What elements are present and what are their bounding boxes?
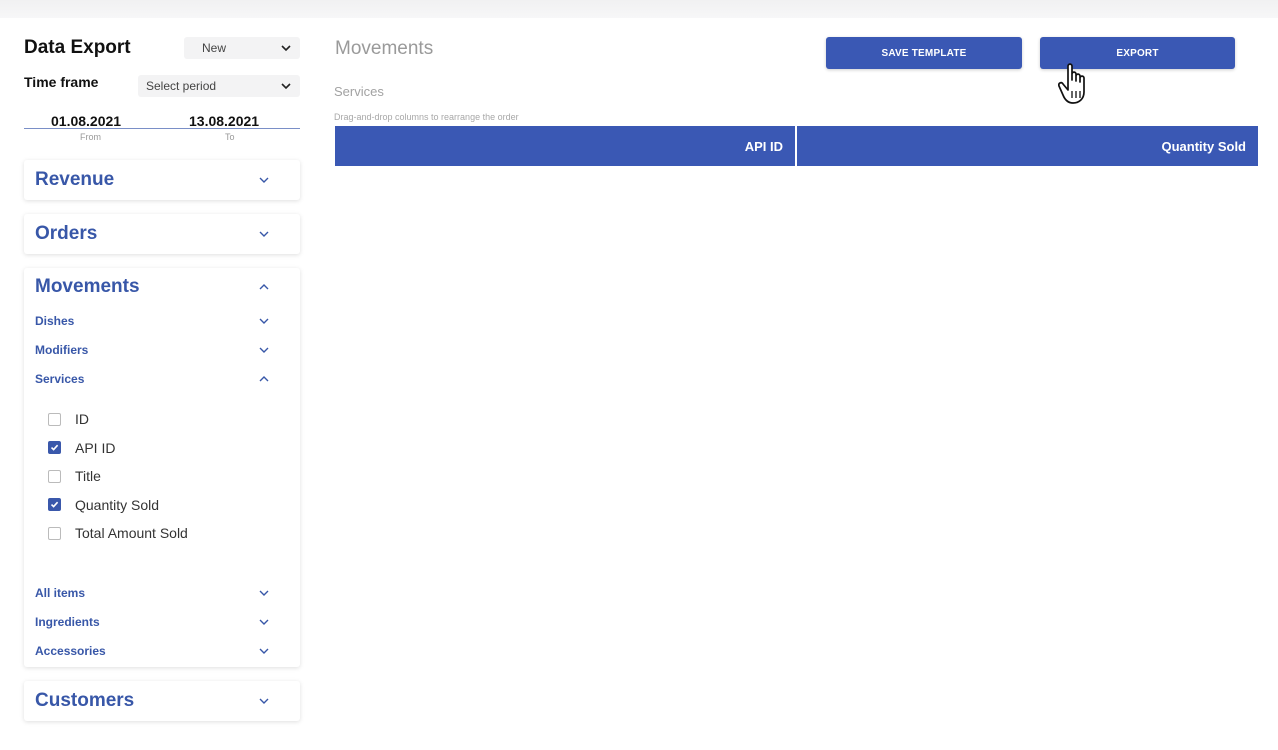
- movements-header[interactable]: Movements: [24, 268, 300, 306]
- checkmark-icon: [50, 501, 59, 508]
- column-header-api-id[interactable]: API ID: [335, 126, 795, 166]
- period-select-value: Select period: [146, 79, 217, 93]
- chevron-down-icon: [259, 590, 269, 596]
- chevron-down-icon: [281, 83, 291, 90]
- checkbox-icon[interactable]: [48, 526, 61, 540]
- orders-header[interactable]: Orders: [24, 214, 300, 254]
- ingredients-label: Ingredients: [35, 614, 100, 629]
- checkbox-icon[interactable]: [48, 469, 61, 483]
- services-label: Services: [35, 371, 85, 386]
- accessories-label: Accessories: [35, 643, 106, 658]
- field-label: Total Amount Sold: [75, 525, 188, 542]
- chevron-down-icon: [259, 347, 269, 353]
- chevron-down-icon: [259, 698, 269, 704]
- customers-title: Customers: [35, 690, 135, 711]
- save-template-button[interactable]: SAVE TEMPLATE: [826, 37, 1022, 69]
- date-to-label: To: [225, 132, 235, 142]
- movements-section: Movements Dishes Modifiers Services ID A…: [24, 268, 300, 667]
- chevron-down-icon: [259, 318, 269, 324]
- all-items-row[interactable]: All items: [24, 578, 300, 607]
- chevron-up-icon: [259, 284, 269, 290]
- chevron-down-icon: [259, 648, 269, 654]
- chevron-down-icon: [259, 231, 269, 237]
- services-row[interactable]: Services: [24, 364, 300, 393]
- modifiers-row[interactable]: Modifiers: [24, 335, 300, 364]
- field-total-amount-sold[interactable]: Total Amount Sold: [24, 519, 300, 548]
- date-to-value[interactable]: 13.08.2021: [189, 113, 259, 129]
- field-id[interactable]: ID: [24, 405, 300, 434]
- revenue-header[interactable]: Revenue: [24, 160, 300, 200]
- revenue-title: Revenue: [35, 169, 115, 190]
- field-label: ID: [75, 411, 89, 428]
- checkmark-icon: [50, 444, 59, 451]
- data-export-title: Data Export: [24, 37, 131, 58]
- checkbox-icon[interactable]: [48, 441, 61, 455]
- ingredients-row[interactable]: Ingredients: [24, 607, 300, 636]
- field-label: Title: [75, 468, 101, 485]
- customers-header[interactable]: Customers: [24, 681, 300, 721]
- chevron-down-icon: [281, 45, 291, 52]
- template-select-value: New: [202, 41, 227, 55]
- field-quantity-sold[interactable]: Quantity Sold: [24, 491, 300, 520]
- orders-title: Orders: [35, 223, 98, 244]
- customers-section: Customers: [24, 681, 300, 721]
- column-header-quantity-sold[interactable]: Quantity Sold: [797, 126, 1258, 166]
- date-divider: [24, 128, 300, 129]
- field-label: Quantity Sold: [75, 496, 160, 513]
- date-from-label: From: [80, 132, 101, 142]
- movements-title: Movements: [35, 276, 140, 297]
- movements-more-items: All items Ingredients Accessories: [24, 578, 300, 665]
- date-from-value[interactable]: 01.08.2021: [51, 113, 121, 129]
- section-subtitle: Services: [334, 84, 384, 99]
- template-select[interactable]: New: [184, 37, 300, 59]
- modifiers-label: Modifiers: [35, 342, 89, 357]
- orders-section: Orders: [24, 214, 300, 254]
- period-select[interactable]: Select period: [138, 75, 300, 97]
- hand-pointer-cursor-icon: [1058, 63, 1085, 104]
- time-frame-label: Time frame: [24, 74, 99, 90]
- field-title[interactable]: Title: [24, 462, 300, 491]
- chevron-down-icon: [259, 619, 269, 625]
- dishes-label: Dishes: [35, 313, 75, 328]
- all-items-label: All items: [35, 585, 86, 600]
- field-label: API ID: [75, 439, 116, 456]
- accessories-row[interactable]: Accessories: [24, 636, 300, 665]
- checkbox-icon[interactable]: [48, 412, 61, 426]
- chevron-up-icon: [259, 375, 269, 381]
- chevron-down-icon: [259, 177, 269, 183]
- sidebar-panel: Data Export New Time frame Select period…: [24, 0, 300, 750]
- drag-drop-hint: Drag-and-drop columns to rearrange the o…: [334, 112, 519, 122]
- dishes-row[interactable]: Dishes: [24, 306, 300, 335]
- page-title: Movements: [335, 38, 434, 59]
- revenue-section: Revenue: [24, 160, 300, 200]
- services-field-list: ID API ID Title Quantity Sold Total Amou…: [24, 393, 300, 562]
- field-api-id[interactable]: API ID: [24, 434, 300, 463]
- checkbox-icon[interactable]: [48, 498, 61, 512]
